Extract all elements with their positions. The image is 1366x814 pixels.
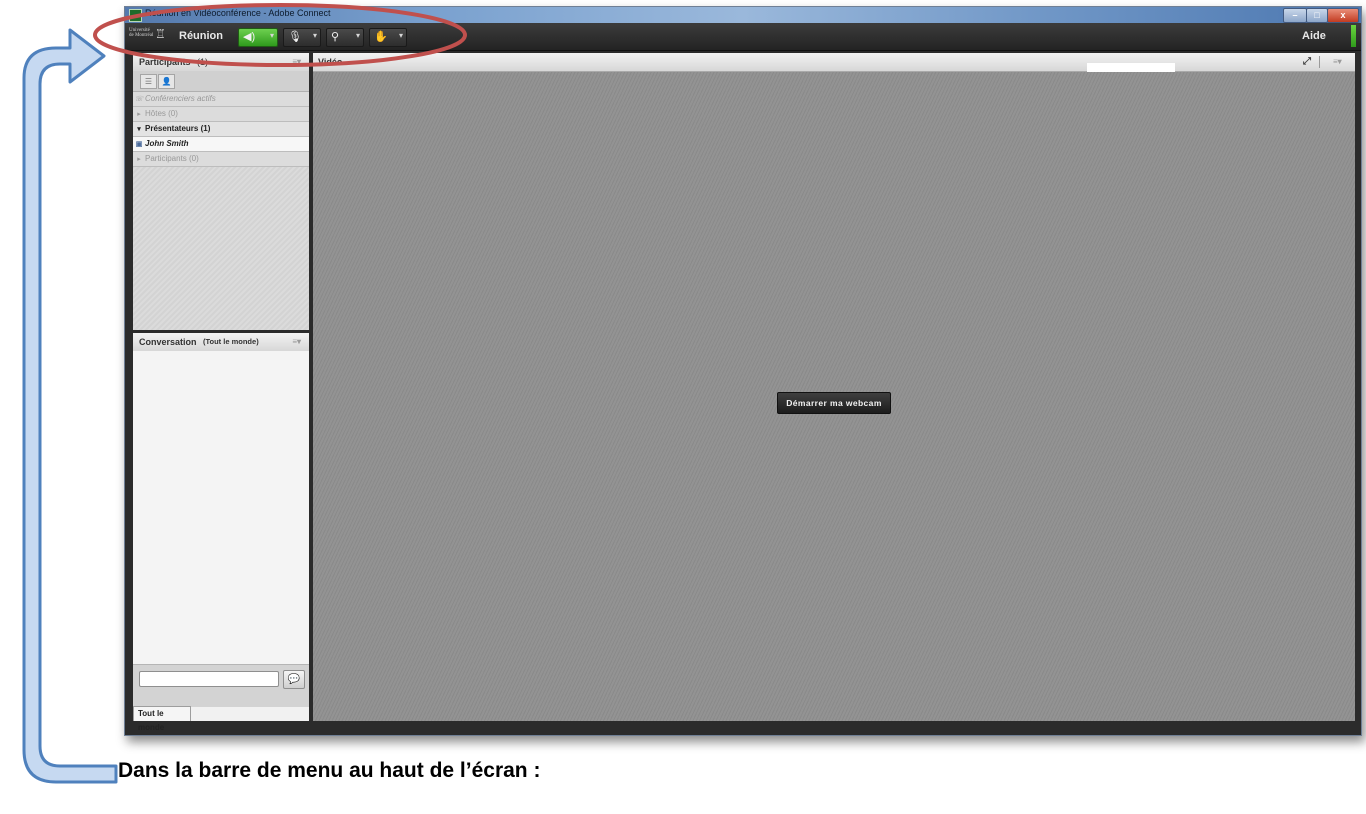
annotation-overlay [22,3,467,784]
annotation-caption: Dans la barre de menu au haut de l’écran… [118,759,541,782]
highlight-ellipse [93,3,467,67]
curved-arrow [22,28,118,784]
